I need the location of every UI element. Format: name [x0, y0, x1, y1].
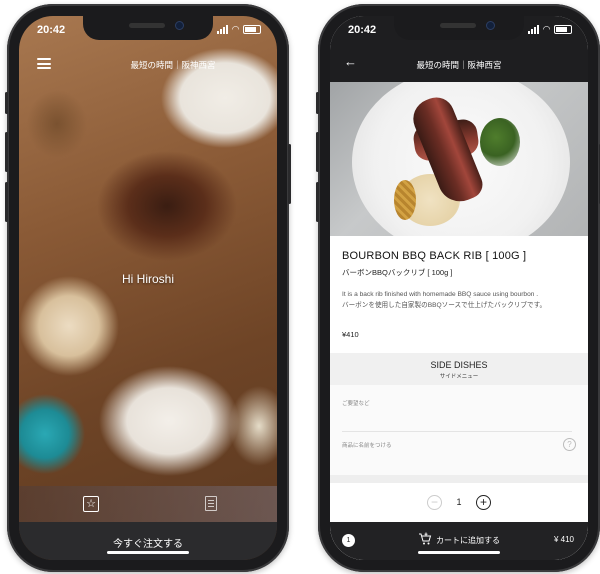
notch	[83, 16, 213, 40]
order-options-form: ご要望など 商品に名前をつける ?	[330, 385, 588, 475]
volume-up-button	[5, 132, 8, 172]
wifi-icon: ◠	[543, 24, 550, 34]
volume-up-button	[316, 132, 319, 172]
phone-right: 20:42 ◠ ← 最短の時間｜阪神西宮 BOURBON BBQ BACK RI…	[316, 4, 600, 572]
notch	[394, 16, 524, 40]
receipt-icon[interactable]	[205, 496, 217, 511]
add-to-cart-button[interactable]: 1 カートに追加する ¥ 410	[330, 522, 588, 560]
request-field[interactable]	[342, 431, 572, 432]
cart-total: ¥ 410	[553, 535, 574, 544]
mute-switch	[5, 92, 8, 114]
home-screen: 20:42 ◠ 最短の時間｜阪神西宮 Hi Hiroshi ☆ 今すぐ注文する	[19, 16, 277, 560]
product-image	[330, 82, 588, 236]
volume-down-button	[316, 182, 319, 222]
header-title: 最短の時間｜阪神西宮	[416, 60, 502, 70]
signal-icon	[217, 25, 229, 34]
mute-switch	[316, 92, 319, 114]
divider	[330, 475, 588, 483]
star-icon[interactable]: ☆	[83, 496, 99, 512]
help-icon[interactable]: ?	[563, 438, 576, 451]
status-time: 20:42	[37, 24, 66, 36]
increase-quantity-button[interactable]: +	[476, 494, 491, 510]
hero-food-image	[19, 16, 277, 560]
add-to-cart-label: カートに追加する	[436, 536, 500, 545]
name-field-label: 商品に名前をつける	[342, 443, 392, 449]
header-title: 最短の時間｜阪神西宮	[130, 60, 216, 70]
quantity-stepper: − 1 +	[330, 490, 588, 514]
battery-icon	[243, 25, 261, 34]
product-price: ¥410	[342, 330, 359, 339]
product-description: It is a back rib finished with homemade …	[342, 289, 578, 311]
side-dishes-subtitle: サイドメニュー	[439, 374, 479, 380]
product-detail: BOURBON BBQ BACK RIB [ 100G ] バーボンBBQバック…	[330, 236, 588, 560]
battery-icon	[554, 25, 572, 34]
description-en: It is a back rib finished with homemade …	[342, 291, 539, 298]
request-field-label: ご要望など	[342, 401, 370, 407]
product-name: BOURBON BBQ BACK RIB [ 100G ]	[342, 250, 527, 262]
order-now-button[interactable]: 今すぐ注文する	[19, 522, 277, 560]
home-indicator[interactable]	[418, 551, 500, 554]
tab-bar: ☆	[19, 486, 277, 522]
power-button	[288, 144, 291, 204]
decrease-quantity-button[interactable]: −	[427, 494, 442, 510]
side-dishes-header[interactable]: SIDE DISHES サイドメニュー	[330, 353, 588, 385]
side-dishes-title: SIDE DISHES	[430, 360, 488, 370]
status-time: 20:42	[348, 24, 377, 36]
description-ja: バーボンを使用した自家製のBBQソースで仕上げたバックリブです。	[342, 302, 547, 309]
greeting-text: Hi Hiroshi	[121, 272, 174, 286]
signal-icon	[528, 25, 540, 34]
cart-icon	[419, 532, 432, 545]
quantity-value: 1	[456, 497, 462, 507]
volume-down-button	[5, 182, 8, 222]
wifi-icon: ◠	[232, 24, 239, 34]
phone-left: 20:42 ◠ 最短の時間｜阪神西宮 Hi Hiroshi ☆ 今すぐ注文する	[5, 4, 291, 572]
home-indicator[interactable]	[107, 551, 189, 554]
product-name-ja: バーボンBBQバックリブ [ 100g ]	[342, 268, 453, 277]
cart-count-badge: 1	[342, 534, 355, 547]
product-detail-screen: 20:42 ◠ ← 最短の時間｜阪神西宮 BOURBON BBQ BACK RI…	[330, 16, 588, 560]
